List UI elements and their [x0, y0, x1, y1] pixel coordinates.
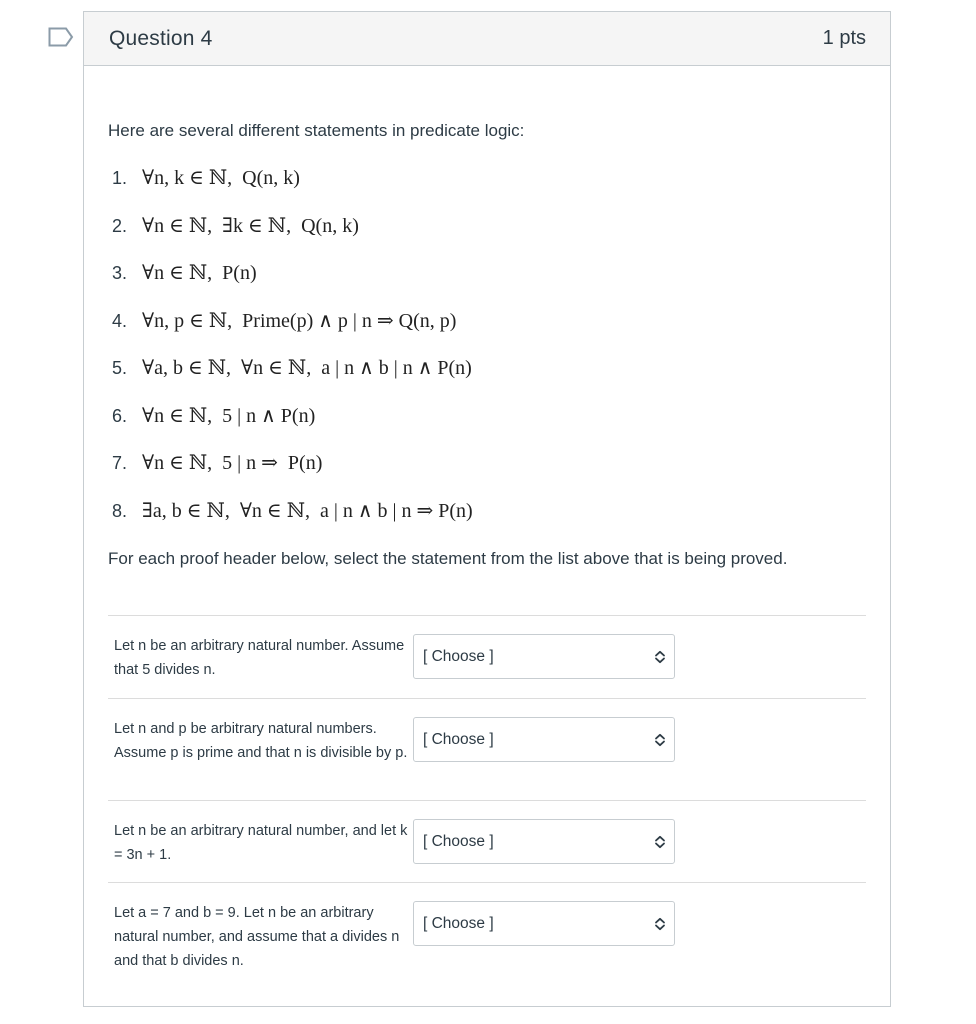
statement-number: 5.: [112, 358, 128, 378]
statement-formula: ∀n, k ∈ ℕ, Q(n, k): [142, 167, 300, 189]
statement-number: 3.: [112, 263, 128, 283]
chevron-up-down-icon: [655, 650, 665, 663]
statement-formula: ∀n, p ∈ ℕ, Prime(p) ∧ p | n ⇒ Q(n, p): [142, 309, 457, 332]
statement-number: 2.: [112, 215, 128, 236]
match-row: Let n be an arbitrary natural number, an…: [108, 801, 866, 883]
statement-item: 2. ∀n ∈ ℕ, ∃k ∈ ℕ, Q(n, k): [108, 214, 866, 262]
statement-select[interactable]: [ Choose ]: [413, 819, 675, 864]
statement-item: 1. ∀n, k ∈ ℕ, Q(n, k): [108, 166, 866, 214]
intro-text: Here are several different statements in…: [108, 121, 525, 140]
question-title: Question 4: [109, 26, 213, 50]
statement-formula: ∀n ∈ ℕ, ∃k ∈ ℕ, Q(n, k): [142, 214, 359, 237]
match-row: Let a = 7 and b = 9. Let n be an arbitra…: [108, 883, 866, 988]
statement-number: 7.: [112, 453, 128, 473]
statement-formula: ∀a, b ∈ ℕ, ∀n ∈ ℕ, a | n ∧ b | n ∧ P(n): [142, 357, 472, 379]
chevron-up-down-icon: [655, 733, 665, 746]
chevron-up-down-icon: [655, 917, 665, 930]
instruction-text: For each proof header below, select the …: [108, 549, 788, 568]
statement-select[interactable]: [ Choose ]: [413, 634, 675, 679]
statement-item: 5. ∀a, b ∈ ℕ, ∀n ∈ ℕ, a | n ∧ b | n ∧ P(…: [108, 356, 866, 404]
bookmark-flag-icon[interactable]: [48, 27, 74, 47]
select-value: [ Choose ]: [423, 832, 494, 850]
statement-formula: ∃a, b ∈ ℕ, ∀n ∈ ℕ, a | n ∧ b | n ⇒ P(n): [142, 499, 473, 522]
proof-header-text: Let n and p be arbitrary natural numbers…: [114, 721, 408, 761]
statement-formula: ∀n ∈ ℕ, 5 | n ⇒ P(n): [142, 452, 323, 474]
statement-formula: ∀n ∈ ℕ, 5 | n ∧ P(n): [142, 404, 316, 427]
question-body: Here are several different statements in…: [84, 119, 890, 988]
proof-header-text: Let n be an arbitrary natural number, an…: [114, 823, 408, 863]
statement-list: 1. ∀n, k ∈ ℕ, Q(n, k) 2. ∀n ∈ ℕ, ∃k ∈ ℕ,…: [108, 166, 866, 546]
statement-select[interactable]: [ Choose ]: [413, 717, 675, 762]
statement-number: 6.: [112, 405, 128, 426]
statement-item: 8. ∃a, b ∈ ℕ, ∀n ∈ ℕ, a | n ∧ b | n ⇒ P(…: [108, 499, 866, 547]
statement-number: 4.: [112, 310, 128, 331]
chevron-up-down-icon: [655, 835, 665, 848]
question-card: Question 4 1 pts Here are several differ…: [83, 11, 891, 1007]
statement-select[interactable]: [ Choose ]: [413, 901, 675, 946]
match-row: Let n and p be arbitrary natural numbers…: [108, 699, 866, 801]
match-row: Let n be an arbitrary natural number. As…: [108, 616, 866, 699]
statement-formula: ∀n ∈ ℕ, P(n): [142, 262, 257, 284]
question-header: Question 4 1 pts: [84, 12, 890, 66]
select-value: [ Choose ]: [423, 730, 494, 748]
proof-header-text: Let n be an arbitrary natural number. As…: [114, 638, 405, 678]
statement-item: 3. ∀n ∈ ℕ, P(n): [108, 261, 866, 309]
statement-number: 8.: [112, 500, 128, 521]
statement-item: 4. ∀n, p ∈ ℕ, Prime(p) ∧ p | n ⇒ Q(n, p): [108, 309, 866, 357]
question-points: 1 pts: [822, 27, 866, 49]
select-value: [ Choose ]: [423, 647, 494, 665]
statement-item: 6. ∀n ∈ ℕ, 5 | n ∧ P(n): [108, 404, 866, 452]
proof-header-text: Let a = 7 and b = 9. Let n be an arbitra…: [114, 905, 400, 969]
statement-number: 1.: [112, 168, 128, 188]
matching-list: Let n be an arbitrary natural number. As…: [108, 615, 866, 988]
statement-item: 7. ∀n ∈ ℕ, 5 | n ⇒ P(n): [108, 451, 866, 499]
select-value: [ Choose ]: [423, 914, 494, 932]
